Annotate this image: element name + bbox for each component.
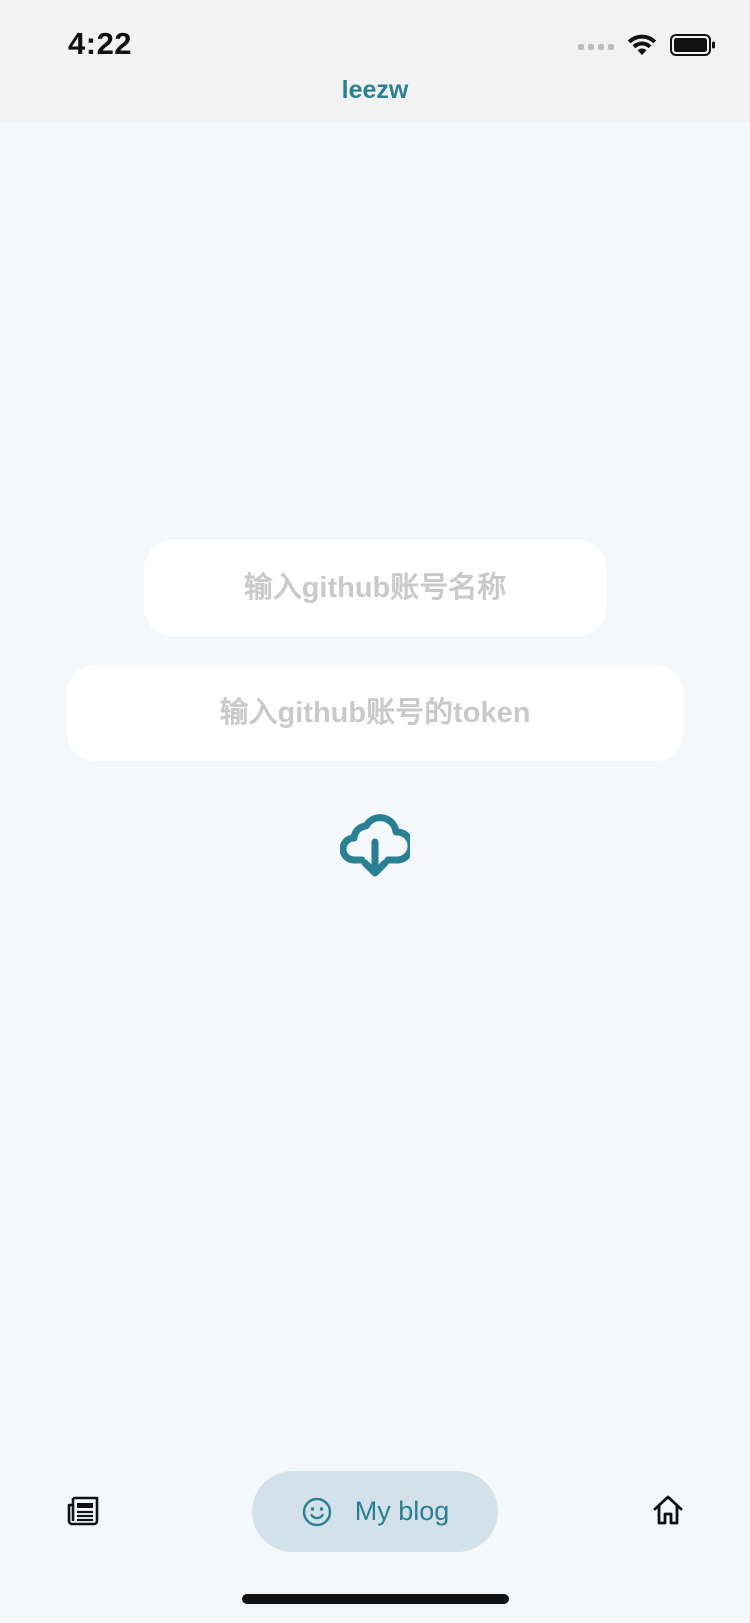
username-field[interactable] xyxy=(144,540,606,636)
battery-icon xyxy=(670,33,716,62)
tab-my-blog[interactable]: My blog xyxy=(252,1471,498,1552)
wifi-icon xyxy=(626,33,658,62)
status-time: 4:22 xyxy=(68,26,133,61)
cloud-download-icon xyxy=(340,814,410,877)
smiley-icon xyxy=(302,1497,331,1526)
tab-news[interactable] xyxy=(66,1494,100,1528)
fetch-button[interactable] xyxy=(337,812,413,882)
home-icon xyxy=(653,1495,683,1525)
top-bar: 4:22 leezw xyxy=(0,0,750,122)
page-title: leezw xyxy=(341,76,409,104)
username-input[interactable] xyxy=(144,540,606,636)
status-icons xyxy=(578,33,716,62)
app-screen: 4:22 leezw 输入github账号名称 输入github账号的token… xyxy=(0,0,750,1623)
token-field[interactable] xyxy=(67,665,683,761)
cellular-signal-icon xyxy=(578,44,614,50)
tab-home[interactable] xyxy=(651,1493,685,1527)
token-input[interactable] xyxy=(67,665,683,761)
home-indicator[interactable] xyxy=(242,1594,509,1604)
newspaper-icon xyxy=(67,1496,99,1526)
tab-my-blog-label: My blog xyxy=(354,1496,450,1526)
